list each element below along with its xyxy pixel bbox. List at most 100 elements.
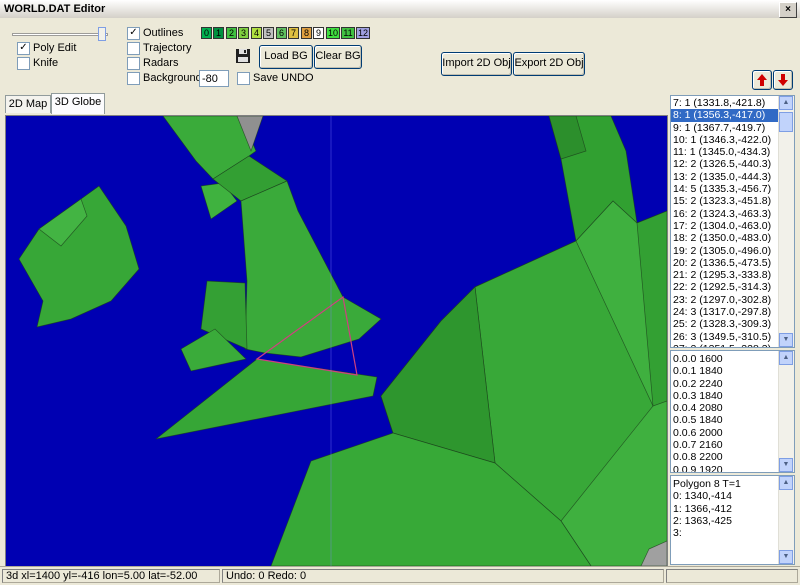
export-2d-obj-button[interactable]: Export 2D Obj — [513, 52, 585, 76]
floppy-disk-icon — [236, 49, 250, 63]
swatch-5[interactable]: 5 — [263, 27, 274, 39]
vertex-list-item[interactable]: 22: 2 (1292.5,-314.3) — [671, 281, 794, 293]
value-list-item[interactable]: 0.0.8 2200 — [671, 451, 794, 463]
background-label: Background — [143, 72, 202, 84]
polygon-info-box: Polygon 8 T=1 0: 1340,-414 1: 1366,-412 2: … — [670, 475, 795, 565]
value-list-item[interactable]: 0.0.6 2000 — [671, 427, 794, 439]
vertex-list-item[interactable]: 21: 2 (1295.3,-333.8) — [671, 269, 794, 281]
value-listbox[interactable]: 0.0.0 1600 0.0.1 1840 0.0.2 2240 0.0.3 1840… — [670, 350, 795, 473]
knife-checkbox[interactable] — [17, 57, 30, 70]
move-up-button[interactable] — [752, 70, 772, 90]
poly-edit-checkbox[interactable]: ✓ — [17, 42, 30, 55]
status-empty — [666, 569, 798, 583]
import-2d-obj-button[interactable]: Import 2D Obj — [441, 52, 512, 76]
value-list-item[interactable]: 0.0.7 2160 — [671, 439, 794, 451]
swatch-3[interactable]: 3 — [238, 27, 249, 39]
vertex-listbox[interactable]: 7: 1 (1331.8,-421.8) 8: 1 (1356.3,-417.0)… — [670, 95, 795, 348]
trajectory-checkbox[interactable] — [127, 42, 140, 55]
value-list-item[interactable]: 0.0.5 1840 — [671, 414, 794, 426]
swatch-11[interactable]: 11 — [341, 27, 355, 39]
move-down-button[interactable] — [773, 70, 793, 90]
value-list-item[interactable]: 0.0.4 2080 — [671, 402, 794, 414]
polygon-info-line: 3: — [673, 527, 682, 540]
background-value-input[interactable] — [199, 70, 229, 87]
vertex-list-item[interactable]: 17: 2 (1304.0,-463.0) — [671, 220, 794, 232]
vertex-list-item[interactable]: 27: 2 (1351.5,-328.3) — [671, 343, 794, 347]
map-canvas[interactable] — [5, 115, 668, 567]
value-list-item[interactable]: 0.0.3 1840 — [671, 390, 794, 402]
swatch-12[interactable]: 12 — [356, 27, 370, 39]
status-bar: 3d xl=1400 yl=-416 lon=5.00 lat=-52.00 U… — [0, 566, 800, 585]
save-undo-label: Save UNDO — [253, 72, 314, 84]
close-button[interactable]: × — [779, 2, 797, 18]
vertex-list-item[interactable]: 7: 1 (1331.8,-421.8) — [671, 97, 794, 109]
clear-bg-button[interactable]: Clear BG — [314, 45, 362, 69]
scroll-down-icon[interactable]: ▼ — [779, 458, 793, 472]
vertex-scrollbar[interactable]: ▲ ▼ — [778, 96, 794, 347]
tab-2d-map[interactable]: 2D Map — [5, 95, 51, 113]
slider-thumb[interactable] — [98, 27, 106, 41]
vertex-list-item[interactable]: 14: 5 (1335.3,-456.7) — [671, 183, 794, 195]
outlines-checkbox[interactable]: ✓ — [127, 27, 140, 40]
radars-label: Radars — [143, 57, 179, 69]
vertex-list-item[interactable]: 25: 2 (1328.3,-309.3) — [671, 318, 794, 330]
vertex-list-item[interactable]: 15: 2 (1323.3,-451.8) — [671, 195, 794, 207]
scroll-up-icon[interactable]: ▲ — [779, 476, 793, 490]
save-floppy-button[interactable] — [233, 47, 253, 65]
vertex-list-item[interactable]: 8: 1 (1356.3,-417.0) — [671, 108, 794, 123]
info-scrollbar[interactable]: ▲ ▼ — [778, 476, 794, 564]
vertex-list-item[interactable]: 19: 2 (1305.0,-496.0) — [671, 245, 794, 257]
radars-checkbox[interactable] — [127, 57, 140, 70]
scroll-down-icon[interactable]: ▼ — [779, 333, 793, 347]
value-list-item[interactable]: 0.0.2 2240 — [671, 378, 794, 390]
swatch-4[interactable]: 4 — [251, 27, 262, 39]
tab-3d-globe[interactable]: 3D Globe — [51, 93, 105, 114]
map-polygons[interactable] — [6, 116, 667, 566]
scroll-down-icon[interactable]: ▼ — [779, 550, 793, 564]
value-list-item[interactable]: 0.0.1 1840 — [671, 365, 794, 377]
status-coordinates: 3d xl=1400 yl=-416 lon=5.00 lat=-52.00 — [2, 569, 220, 583]
polygon-info-line: 2: 1363,-425 — [673, 514, 732, 527]
load-bg-button[interactable]: Load BG — [259, 45, 313, 69]
swatch-8[interactable]: 8 — [301, 27, 312, 39]
scroll-thumb[interactable] — [779, 112, 793, 132]
trajectory-label: Trajectory — [143, 42, 192, 54]
scroll-up-icon[interactable]: ▲ — [779, 96, 793, 110]
polygon-info-line: 0: 1340,-414 — [673, 490, 732, 503]
background-checkbox[interactable] — [127, 72, 140, 85]
status-undo-redo: Undo: 0 Redo: 0 — [222, 569, 664, 583]
swatch-10[interactable]: 10 — [326, 27, 340, 39]
knife-label: Knife — [33, 57, 59, 69]
swatch-7[interactable]: 7 — [288, 27, 299, 39]
vertex-list-item[interactable]: 10: 1 (1346.3,-422.0) — [671, 134, 794, 146]
vertex-list-item[interactable]: 20: 2 (1336.5,-473.5) — [671, 257, 794, 269]
vertex-list-item[interactable]: 18: 2 (1350.0,-483.0) — [671, 232, 794, 244]
value-list-item[interactable]: 0.0.9 1920 — [671, 464, 794, 472]
vertex-list-item[interactable]: 9: 1 (1367.7,-419.7) — [671, 122, 794, 134]
outlines-label: Outlines — [143, 27, 184, 39]
value-list-item[interactable]: 0.0.0 1600 — [671, 353, 794, 365]
title-bar: WORLD.DAT Editor × — [0, 0, 800, 18]
swatch-6[interactable]: 6 — [276, 27, 287, 39]
vertex-list-item[interactable]: 16: 2 (1324.3,-463.3) — [671, 208, 794, 220]
arrow-down-icon — [778, 74, 788, 86]
save-undo-checkbox[interactable] — [237, 72, 250, 85]
scroll-up-icon[interactable]: ▲ — [779, 351, 793, 365]
swatch-2[interactable]: 2 — [226, 27, 237, 39]
vertex-list-item[interactable]: 23: 2 (1297.0,-302.8) — [671, 294, 794, 306]
value-scrollbar[interactable]: ▲ ▼ — [778, 351, 794, 472]
vertex-list-item[interactable]: 11: 1 (1345.0,-434.3) — [671, 146, 794, 158]
window-title: WORLD.DAT Editor — [4, 3, 106, 15]
vertex-list-item[interactable]: 12: 2 (1326.5,-440.3) — [671, 158, 794, 170]
arrow-up-icon — [757, 74, 767, 86]
swatch-9[interactable]: 9 — [313, 27, 324, 39]
vertex-list-item[interactable]: 26: 3 (1349.5,-310.5) — [671, 331, 794, 343]
swatch-1[interactable]: 1 — [213, 27, 224, 39]
swatch-0[interactable]: 0 — [201, 27, 212, 39]
vertex-list-item[interactable]: 13: 2 (1335.0,-444.3) — [671, 171, 794, 183]
poly-edit-label: Poly Edit — [33, 42, 77, 54]
polygon-info-line: 1: 1366,-412 — [673, 502, 732, 515]
polygon-info-line: Polygon 8 T=1 — [673, 478, 741, 490]
zoom-slider[interactable] — [12, 27, 108, 41]
vertex-list-item[interactable]: 24: 3 (1317.0,-297.8) — [671, 306, 794, 318]
